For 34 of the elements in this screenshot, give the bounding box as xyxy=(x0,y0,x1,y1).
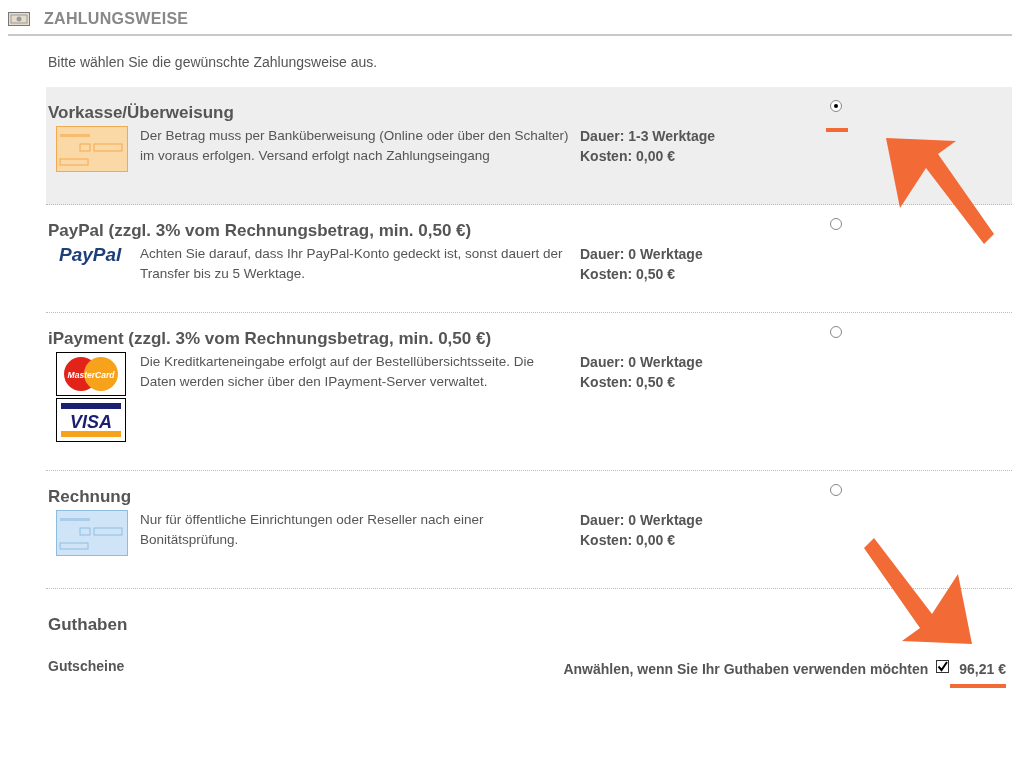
duration-text: Dauer: 1-3 Werktage xyxy=(580,127,716,146)
cost-text: Kosten: 0,00 € xyxy=(580,147,675,166)
paypal-logo: PayPal xyxy=(59,244,122,265)
duration-text: Dauer: 0 Werktage xyxy=(580,511,703,530)
radio-button[interactable] xyxy=(830,326,842,338)
radio-button[interactable] xyxy=(830,484,842,496)
highlight-underline xyxy=(950,684,1006,688)
transfer-form-icon xyxy=(56,126,128,172)
option-description: Achten Sie darauf, dass Ihr PayPal-Konto gedeckt ist, sonst dauert der Transfer bis zu 5 Werktage. xyxy=(140,245,564,283)
option-title: PayPal (zzgl. 3% vom Rechnungsbetrag, min. 0,50 €) xyxy=(48,221,472,241)
cost-text: Kosten: 0,50 € xyxy=(580,265,675,284)
cost-text: Kosten: 0,00 € xyxy=(580,531,675,550)
section-title: ZAHLUNGSWEISE xyxy=(44,10,189,28)
radio-button[interactable] xyxy=(830,100,842,112)
duration-text: Dauer: 0 Werktage xyxy=(580,353,703,372)
option-description: Nur für öffentliche Einrichtungen oder Reseller nach einer Bonitätsprüfung. xyxy=(140,511,485,549)
option-title: Rechnung xyxy=(48,487,132,507)
visa-logo: VISA xyxy=(56,398,126,442)
invoice-form-icon xyxy=(56,510,128,556)
cost-text: Kosten: 0,50 € xyxy=(580,373,675,392)
intro-text: Bitte wählen Sie die gewünschte Zahlungsweise aus. xyxy=(48,54,378,70)
radio-button[interactable] xyxy=(830,218,842,230)
option-title: Vorkasse/Überweisung xyxy=(48,103,234,123)
credit-amount: 96,21 € xyxy=(959,661,1006,677)
duration-text: Dauer: 0 Werktage xyxy=(580,245,703,264)
voucher-label: Gutscheine xyxy=(48,658,125,674)
checkbox[interactable] xyxy=(936,659,950,673)
credit-hint: Anwählen, wenn Sie Ihr Guthaben verwenden möchten xyxy=(563,661,929,677)
highlight-underline xyxy=(826,128,848,132)
option-title: iPayment (zzgl. 3% vom Rechnungsbetrag, min. 0,50 €) xyxy=(48,329,492,349)
option-description: Der Betrag muss per Banküberweisung (Online oder über den Schalter) im voraus erfolgen. Versand erfolgt nach Zahlungseingang xyxy=(140,127,570,165)
credit-title: Guthaben xyxy=(48,615,128,635)
payment-icon xyxy=(8,12,30,26)
option-description: Die Kreditkarteneingabe erfolgt auf der Bestellübersichtsseite. Die Daten werden sicher über den IPayment-Server verwaltet. xyxy=(140,353,535,391)
